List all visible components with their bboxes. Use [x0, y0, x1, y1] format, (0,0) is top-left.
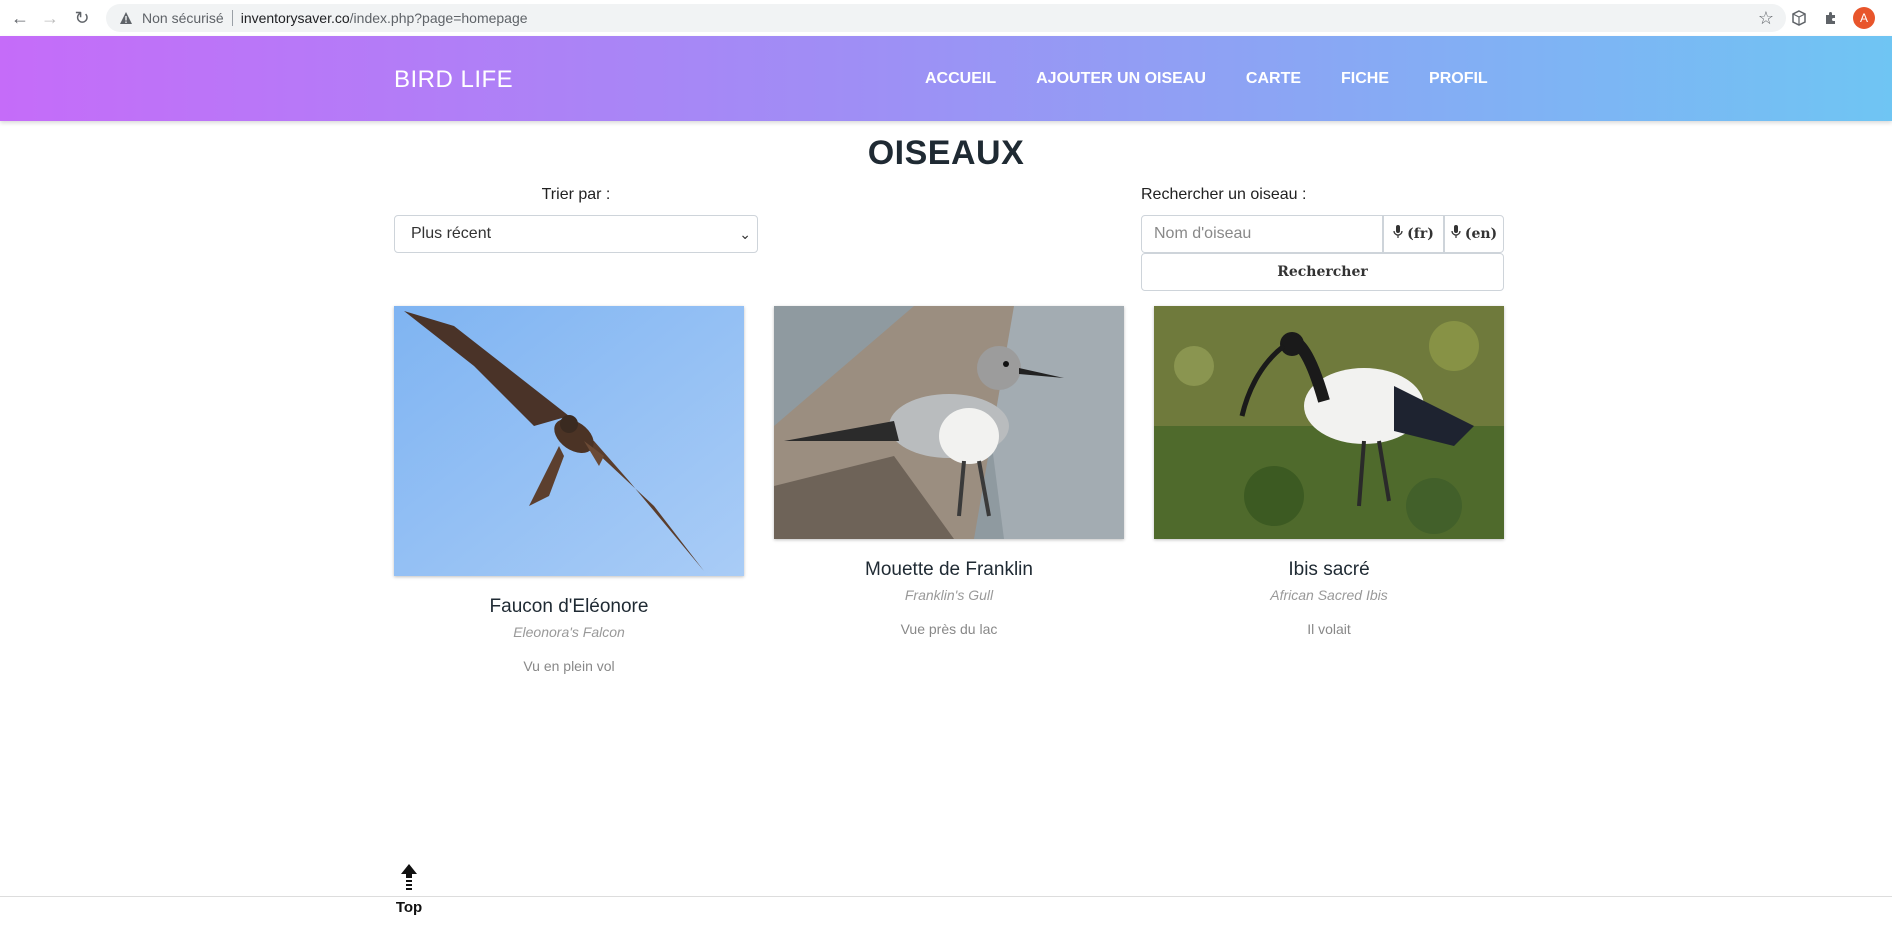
- address-bar[interactable]: Non sécurisé inventorysaver.co/index.php…: [106, 4, 1786, 32]
- menu-item-accueil[interactable]: ACCUEIL: [925, 70, 996, 88]
- extension-cube-icon[interactable]: [1789, 8, 1809, 28]
- bird-latin-name: African Sacred Ibis: [1270, 587, 1388, 603]
- bird-photo-gull[interactable]: [774, 306, 1124, 539]
- extensions-puzzle-icon[interactable]: [1821, 8, 1841, 28]
- voice-search-fr-button[interactable]: (fr): [1383, 215, 1444, 253]
- bird-card[interactable]: Mouette de Franklin Franklin's Gull Vue …: [774, 306, 1124, 637]
- url-host: inventorysaver.co: [240, 10, 350, 26]
- menu-item-carte[interactable]: CARTE: [1246, 70, 1301, 88]
- bird-card[interactable]: Ibis sacré African Sacred Ibis Il volait: [1154, 306, 1504, 637]
- sort-label: Trier par :: [541, 186, 611, 203]
- voice-en-label: (en): [1464, 226, 1498, 242]
- bird-name: Faucon d'Eléonore: [489, 596, 649, 617]
- reload-icon[interactable]: ↻: [70, 6, 94, 30]
- page-title: OISEAUX: [867, 134, 1025, 172]
- brand-logo[interactable]: BIRD LIFE: [394, 66, 513, 94]
- bird-name: Mouette de Franklin: [865, 559, 1033, 580]
- bird-card[interactable]: Faucon d'Eléonore Eleonora's Falcon Vu e…: [394, 306, 744, 674]
- divider: [0, 896, 1892, 897]
- back-to-top-link[interactable]: Top: [394, 864, 424, 916]
- divider: [231, 10, 233, 26]
- bird-photo-ibis[interactable]: [1154, 306, 1504, 539]
- bird-note: Vu en plein vol: [523, 658, 615, 674]
- microphone-icon: [1393, 225, 1403, 243]
- sort-select[interactable]: Plus récent ⌄: [394, 215, 758, 253]
- bird-name: Ibis sacré: [1288, 559, 1370, 580]
- forward-icon[interactable]: →: [38, 6, 62, 30]
- search-input[interactable]: Nom d'oiseau: [1141, 215, 1383, 253]
- bird-latin-name: Eleonora's Falcon: [513, 624, 625, 640]
- menu-item-fiche[interactable]: FICHE: [1341, 70, 1389, 88]
- back-to-top-label: Top: [395, 899, 423, 916]
- bird-latin-name: Franklin's Gull: [904, 587, 994, 603]
- browser-toolbar: ← → ↻ Non sécurisé inventorysaver.co/ind…: [0, 0, 1892, 37]
- site-navbar: BIRD LIFE ACCUEIL AJOUTER UN OISEAU CART…: [0, 36, 1892, 121]
- bird-note: Il volait: [1307, 621, 1351, 637]
- voice-fr-label: (fr): [1407, 226, 1434, 242]
- profile-avatar[interactable]: A: [1853, 7, 1875, 29]
- warning-icon: [118, 10, 134, 26]
- bird-note: Vue près du lac: [900, 621, 998, 637]
- microphone-icon: [1451, 225, 1461, 243]
- arrow-up-icon: [394, 864, 424, 899]
- voice-search-en-button[interactable]: (en): [1444, 215, 1504, 253]
- url-path: /index.php?page=homepage: [349, 10, 528, 26]
- menu-item-profil[interactable]: PROFIL: [1429, 70, 1488, 88]
- sort-selected-value: Plus récent: [411, 225, 492, 242]
- main-menu: ACCUEIL AJOUTER UN OISEAU CARTE FICHE PR…: [925, 70, 1528, 88]
- menu-item-ajouter-oiseau[interactable]: AJOUTER UN OISEAU: [1036, 70, 1206, 88]
- security-status: Non sécurisé: [142, 10, 224, 26]
- back-icon[interactable]: ←: [8, 6, 32, 30]
- chevron-down-icon: ⌄: [739, 226, 751, 242]
- url-text: inventorysaver.co/index.php?page=homepag…: [241, 10, 528, 26]
- bookmark-star-icon[interactable]: ☆: [1758, 8, 1774, 29]
- search-label: Rechercher un oiseau :: [1141, 186, 1307, 203]
- bird-photo-falcon[interactable]: [394, 306, 744, 576]
- search-button[interactable]: Rechercher: [1141, 253, 1504, 291]
